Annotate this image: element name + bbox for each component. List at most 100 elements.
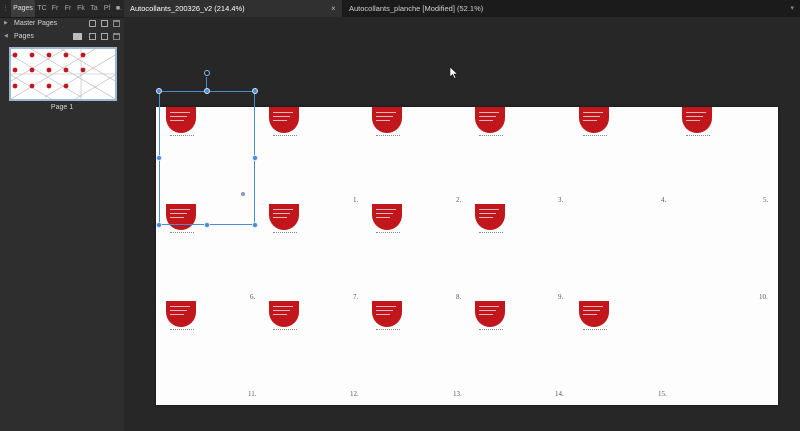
sticker-caption: [376, 232, 400, 236]
cell-number: 4.: [661, 196, 667, 204]
sticker-text-line: [479, 310, 496, 311]
document-canvas[interactable]: 1. 2. 3. 4. 5. 6. 7. 8. 9. 10. 11. 12. 13. 14. 15.: [124, 17, 800, 431]
sticker-caption: [273, 329, 297, 333]
sticker-caption: [170, 232, 194, 236]
sticker-thumbnail[interactable]: [372, 107, 402, 136]
sticker-text-line: [583, 306, 603, 307]
sticker-thumbnail[interactable]: [372, 301, 402, 330]
sticker-text-line: [686, 116, 703, 117]
sticker-caption: [273, 135, 297, 139]
pages-label: Pages: [14, 33, 34, 40]
sticker-caption: [376, 135, 400, 139]
resize-handle-top-left[interactable]: [156, 88, 162, 94]
master-pages-label: Master Pages: [14, 20, 58, 27]
pages-panel: ⋮⋮ Pages TC Fr Fr Fk Ta Pf ■. ▶ Master P…: [0, 0, 124, 431]
caret-right-icon[interactable]: ▶: [4, 17, 8, 30]
sticker-text-line: [376, 112, 396, 113]
caret-down-icon[interactable]: ◀: [4, 30, 8, 43]
resize-handle-top-right[interactable]: [252, 88, 258, 94]
page-thumbnail-caption: Page 1: [50, 104, 74, 111]
sticker-thumbnail[interactable]: [475, 301, 505, 330]
document-tab-inactive[interactable]: Autocollants_planche [Modified] (52.1%): [343, 0, 583, 17]
resize-handle-top[interactable]: [204, 88, 210, 94]
sticker-disc: [475, 301, 505, 327]
sticker-caption: [479, 135, 503, 139]
sticker-disc: [269, 204, 299, 230]
add-page-icon[interactable]: [89, 33, 96, 40]
resize-handle-bottom[interactable]: [204, 222, 210, 228]
panel-tab-ta[interactable]: Ta: [88, 0, 100, 17]
sticker-thumbnail[interactable]: [475, 107, 505, 136]
cursor-icon: [450, 67, 458, 79]
sticker-text-line: [686, 120, 700, 121]
cell-number: 7.: [353, 293, 359, 301]
panel-menu-icon[interactable]: ■.: [114, 0, 124, 17]
sticker-text-line: [479, 209, 499, 210]
sticker-text-line: [479, 112, 499, 113]
panel-tab-pf[interactable]: Pf: [101, 0, 113, 17]
sticker-text-line: [583, 314, 597, 315]
tab-overflow-icon[interactable]: ▾: [790, 0, 794, 17]
sticker-text-line: [479, 314, 493, 315]
sticker-text-line: [583, 112, 603, 113]
sticker-disc: [579, 301, 609, 327]
sticker-thumbnail[interactable]: [269, 301, 299, 330]
add-master-icon[interactable]: [89, 20, 96, 27]
sticker-thumbnail[interactable]: [269, 107, 299, 136]
close-icon[interactable]: ×: [331, 0, 336, 17]
sticker-text-line: [273, 112, 293, 113]
panel-tab-fr-1[interactable]: Fr: [49, 0, 61, 17]
cell-number: 5.: [763, 196, 769, 204]
sticker-thumbnail[interactable]: [579, 107, 609, 136]
sticker-text-line: [273, 314, 287, 315]
sticker-thumbnail[interactable]: [269, 204, 299, 233]
grip-icon[interactable]: ⋮⋮: [2, 4, 16, 13]
cell-number: 3.: [558, 196, 564, 204]
master-pages-row[interactable]: ▶ Master Pages: [0, 17, 124, 30]
resize-handle-bottom-left[interactable]: [156, 222, 162, 228]
sticker-disc: [166, 301, 196, 327]
sticker-text-line: [583, 120, 597, 121]
selection-box[interactable]: [159, 91, 255, 225]
sticker-text-line: [583, 116, 600, 117]
sticker-text-line: [376, 217, 390, 218]
sticker-disc: [475, 204, 505, 230]
duplicate-page-icon[interactable]: [101, 33, 108, 40]
resize-handle-bottom-right[interactable]: [252, 222, 258, 228]
panel-tab-pages[interactable]: Pages: [11, 0, 35, 17]
sticker-disc: [372, 301, 402, 327]
resize-handle-left[interactable]: [156, 155, 162, 161]
sticker-text-line: [479, 120, 493, 121]
sticker-text-line: [376, 213, 393, 214]
spread-toggle-icon[interactable]: [73, 33, 82, 40]
sticker-thumbnail[interactable]: [579, 301, 609, 330]
sticker-thumbnail[interactable]: [372, 204, 402, 233]
page-thumbnail[interactable]: [9, 47, 117, 101]
pages-row[interactable]: ◀ Pages: [0, 30, 124, 43]
sticker-thumbnail[interactable]: [166, 301, 196, 330]
panel-tab-bar: ⋮⋮ Pages TC Fr Fr Fk Ta Pf ■.: [0, 0, 124, 18]
delete-page-icon[interactable]: [113, 33, 120, 40]
sticker-caption: [479, 232, 503, 236]
sticker-disc: [372, 107, 402, 133]
panel-tab-fk[interactable]: Fk: [75, 0, 87, 17]
panel-tab-fr-2[interactable]: Fr: [62, 0, 74, 17]
sticker-thumbnail[interactable]: [475, 204, 505, 233]
trash-icon[interactable]: [113, 20, 120, 27]
cell-number: 15.: [658, 390, 667, 398]
cell-number: 13.: [453, 390, 462, 398]
sticker-caption: [170, 329, 194, 333]
resize-handle-right[interactable]: [252, 155, 258, 161]
cell-number: 2.: [456, 196, 462, 204]
sticker-text-line: [583, 310, 600, 311]
document-tab-active[interactable]: Autocollants_200326_v2 (214.4%) ×: [124, 0, 342, 17]
rotate-handle[interactable]: [204, 70, 210, 76]
cell-number: 14.: [555, 390, 564, 398]
sticker-thumbnail[interactable]: [682, 107, 712, 136]
sticker-text-line: [273, 217, 287, 218]
master-options-icon[interactable]: [101, 20, 108, 27]
sticker-caption: [583, 329, 607, 333]
sticker-disc: [372, 204, 402, 230]
panel-tab-tc[interactable]: TC: [36, 0, 48, 17]
sticker-text-line: [479, 306, 499, 307]
